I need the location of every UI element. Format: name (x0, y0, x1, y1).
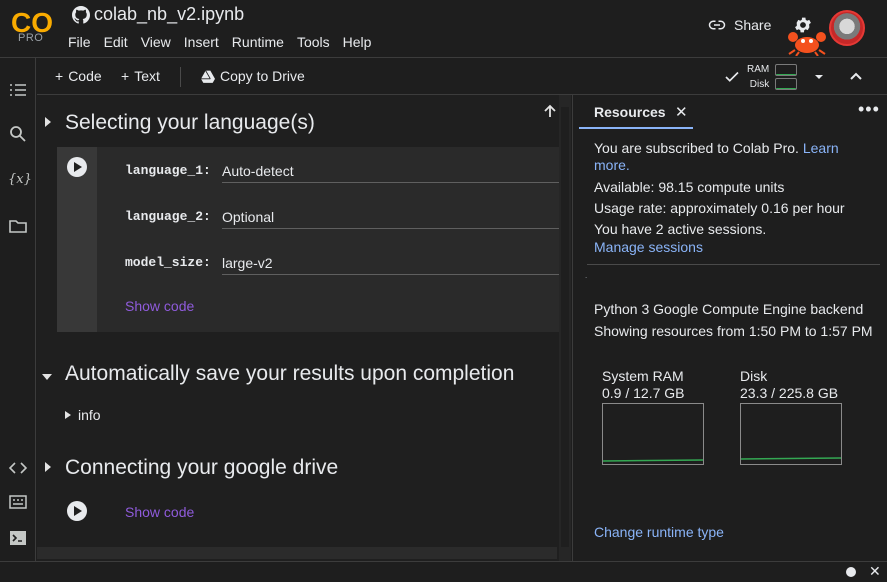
share-label: Share (734, 17, 772, 33)
change-runtime-link[interactable]: Change runtime type (594, 524, 724, 540)
param-field-model-size[interactable]: large-v2 (222, 255, 559, 275)
copy-to-drive-label: Copy to Drive (220, 68, 305, 84)
notebook-toolbar: + Code + Text Copy to Drive RAM Disk (37, 58, 887, 95)
left-sidebar: {x} (0, 58, 36, 561)
backend-label: Python 3 Google Compute Engine backend (594, 301, 864, 317)
share-button[interactable]: Share (708, 16, 771, 34)
ram-meter (775, 64, 798, 76)
manage-sessions-link[interactable]: Manage sessions (594, 239, 703, 255)
menu-edit[interactable]: Edit (104, 34, 128, 50)
folder-icon[interactable] (8, 216, 28, 236)
header-bar: CO PRO colab_nb_v2.ipynb File Edit View … (0, 0, 887, 58)
info-label: info (78, 407, 101, 423)
section-title-autosave[interactable]: Automatically save your results upon com… (65, 362, 514, 386)
subscribed-label: You are subscribed to Colab Pro. (594, 140, 799, 156)
section-collapse-caret[interactable] (45, 117, 51, 127)
add-code-button[interactable]: + Code (55, 68, 102, 84)
usage-rate: Usage rate: approximately 0.16 per hour (594, 200, 845, 216)
disk-value: 23.3 / 225.8 GB (740, 385, 839, 401)
param-field-language-2[interactable]: Optional (222, 209, 559, 229)
ram-disk-meter[interactable]: RAM Disk (723, 62, 825, 92)
search-icon[interactable] (8, 124, 28, 144)
available-units: Available: 98.15 compute units (594, 179, 785, 195)
toolbar-divider (180, 67, 181, 87)
arrow-up-icon[interactable] (539, 103, 561, 125)
param-label-language-2: language_2: (125, 209, 211, 224)
close-icon[interactable]: ✕ (869, 563, 881, 580)
chevron-down-icon[interactable] (813, 71, 825, 83)
more-icon[interactable]: ••• (858, 99, 880, 120)
drive-icon (201, 69, 215, 83)
run-cell-button[interactable] (67, 501, 87, 521)
param-label-model-size: model_size: (125, 255, 211, 270)
github-icon (72, 6, 90, 24)
resources-panel: Resources ✕ ••• You are subscribed to Co… (572, 95, 887, 561)
avatar[interactable] (829, 10, 865, 46)
run-cell-button[interactable] (67, 157, 87, 177)
disk-title: Disk (740, 368, 768, 384)
chevron-up-icon[interactable] (848, 68, 864, 84)
terminal-icon[interactable] (8, 528, 28, 548)
tab-resources-label: Resources (594, 104, 666, 120)
time-range-label: Showing resources from 1:50 PM to 1:57 P… (594, 323, 873, 339)
disk-chart (740, 403, 842, 465)
disk-meter (775, 78, 798, 90)
section-title-language[interactable]: Selecting your language(s) (65, 111, 315, 135)
info-disclosure[interactable]: info (65, 407, 101, 423)
scrollbar-thumb[interactable] (561, 107, 569, 547)
add-code-label: Code (68, 68, 102, 84)
check-icon (725, 71, 739, 82)
menu-insert[interactable]: Insert (184, 34, 219, 50)
system-ram-title: System RAM (602, 368, 684, 384)
close-icon[interactable]: ✕ (675, 103, 688, 121)
disclosure-caret-icon (65, 411, 71, 419)
menu-runtime[interactable]: Runtime (232, 34, 284, 50)
plus-icon: + (55, 68, 64, 84)
tab-resources[interactable]: Resources ✕ (579, 95, 693, 129)
show-code-link[interactable]: Show code (125, 298, 194, 314)
ram-label: RAM (747, 64, 770, 75)
active-sessions: You have 2 active sessions. (594, 221, 767, 237)
panel-divider (587, 264, 880, 265)
section-title-drive[interactable]: Connecting your google drive (65, 456, 338, 480)
plan-label: PRO (18, 32, 44, 44)
disk-label: Disk (749, 79, 770, 90)
system-ram-value: 0.9 / 12.7 GB (602, 385, 685, 401)
variables-icon[interactable]: {x} (8, 170, 32, 190)
menu-tools[interactable]: Tools (297, 34, 330, 50)
section-collapse-caret[interactable] (45, 462, 51, 472)
plus-icon: + (121, 68, 130, 84)
toc-icon[interactable] (8, 80, 28, 100)
section-expand-caret[interactable] (42, 374, 52, 380)
subscription-text: You are subscribed to Colab Pro. Learn (594, 140, 839, 156)
link-icon (708, 20, 726, 30)
separator-dot: . (585, 271, 588, 280)
menu-bar: File Edit View Insert Runtime Tools Help (68, 34, 384, 50)
status-bar: ✕ (0, 561, 887, 582)
param-label-language-1: language_1: (125, 163, 211, 178)
show-code-link[interactable]: Show code (125, 504, 194, 520)
menu-file[interactable]: File (68, 34, 91, 50)
horizontal-scrollbar[interactable] (37, 547, 557, 559)
add-text-label: Text (134, 68, 160, 84)
notebook-title[interactable]: colab_nb_v2.ipynb (94, 4, 244, 25)
command-palette-icon[interactable] (8, 492, 28, 512)
add-text-button[interactable]: + Text (121, 68, 160, 84)
menu-help[interactable]: Help (343, 34, 372, 50)
learn-more-link-continued[interactable]: more. (594, 157, 630, 173)
code-snippets-icon[interactable] (8, 458, 28, 478)
learn-more-link[interactable]: Learn (803, 140, 839, 156)
copy-to-drive-button[interactable]: Copy to Drive (201, 68, 305, 84)
menu-view[interactable]: View (141, 34, 171, 50)
crab-icon (788, 32, 826, 56)
param-field-language-1[interactable]: Auto-detect (222, 163, 559, 183)
notebook-area: Selecting your language(s) language_1: A… (37, 95, 571, 561)
status-indicator[interactable] (846, 567, 856, 577)
system-ram-chart (602, 403, 704, 465)
